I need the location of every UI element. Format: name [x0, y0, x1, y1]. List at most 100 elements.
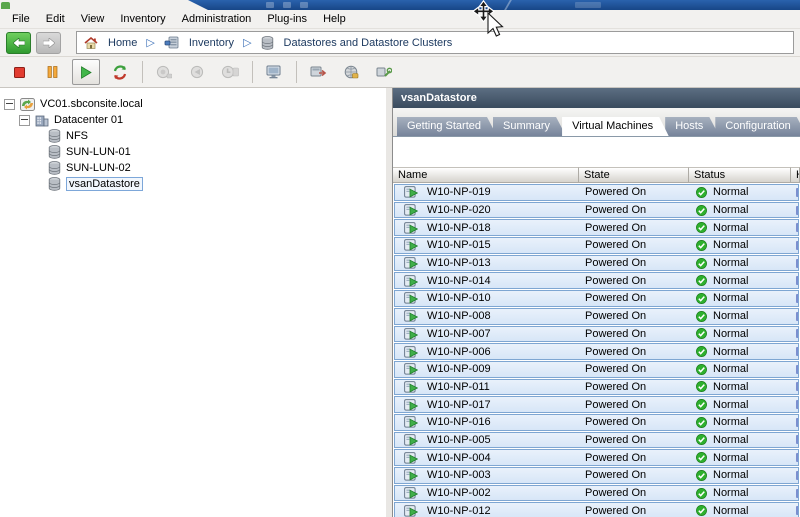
host-cell-clipped [796, 258, 798, 268]
table-header-row: Name State Status Host [393, 167, 800, 183]
breadcrumb-home-label: Home [108, 36, 138, 49]
collapse-icon[interactable] [4, 98, 15, 110]
table-row[interactable]: W10-NP-008 Powered On Normal [394, 307, 799, 325]
menu-plugins[interactable]: Plug-ins [259, 11, 315, 27]
vm-powered-on-icon [404, 204, 418, 216]
vm-name: W10-NP-006 [427, 345, 491, 358]
column-header-name[interactable]: Name [393, 167, 579, 183]
vm-state: Powered On [585, 345, 647, 358]
tree-node-datastore[interactable]: SUN-LUN-02 [0, 160, 386, 176]
tree-node-datastore[interactable]: NFS [0, 128, 386, 144]
tree-label-datacenter[interactable]: Datacenter 01 [54, 114, 123, 126]
column-header-status[interactable]: Status [689, 167, 791, 183]
tab-summary[interactable]: Summary [493, 117, 566, 136]
table-row[interactable]: W10-NP-019 Powered On Normal [394, 184, 799, 201]
tree-label-sun-lun-01[interactable]: SUN-LUN-01 [66, 146, 131, 158]
vm-status: Normal [713, 257, 749, 270]
play-icon [81, 65, 92, 79]
tree-node-vcenter[interactable]: VC01.sbconsite.local [0, 96, 386, 112]
column-header-host[interactable]: Host [791, 167, 800, 183]
panel-title: vsanDatastore [393, 88, 800, 108]
status-normal-icon [696, 222, 707, 234]
host-cell-clipped [796, 488, 798, 498]
vm-status: Normal [713, 204, 749, 217]
table-row[interactable]: W10-NP-014 Powered On Normal [394, 272, 799, 290]
table-row[interactable]: W10-NP-016 Powered On Normal [394, 413, 799, 431]
power-off-button[interactable] [6, 60, 32, 84]
menu-help[interactable]: Help [315, 11, 354, 27]
status-normal-icon [696, 310, 707, 322]
table-row[interactable]: W10-NP-012 Powered On Normal [394, 502, 799, 517]
vm-state: Powered On [585, 204, 647, 217]
back-button[interactable] [6, 31, 31, 54]
edit-settings-icon [310, 66, 326, 77]
menu-administration[interactable]: Administration [174, 11, 260, 27]
vm-state: Powered On [585, 451, 647, 464]
menu-file[interactable]: File [4, 11, 38, 27]
permissions-icon [344, 65, 359, 79]
tab-getting-started[interactable]: Getting Started [397, 117, 497, 136]
column-header-state[interactable]: State [579, 167, 689, 183]
status-normal-icon [696, 363, 707, 375]
menu-inventory[interactable]: Inventory [112, 11, 173, 27]
take-snapshot-button[interactable] [151, 60, 177, 84]
table-row[interactable]: W10-NP-011 Powered On Normal [394, 378, 799, 396]
vm-state: Powered On [585, 363, 647, 376]
revert-snapshot-button[interactable] [184, 60, 210, 84]
tree-label-nfs[interactable]: NFS [66, 130, 88, 142]
toolbar-separator [142, 61, 143, 83]
table-row[interactable]: W10-NP-005 Powered On Normal [394, 431, 799, 449]
table-row[interactable]: W10-NP-017 Powered On Normal [394, 396, 799, 413]
tree-node-datastore-selected[interactable]: vsanDatastore [0, 176, 386, 192]
vm-state: Powered On [585, 416, 647, 429]
titlebar-mark [266, 2, 274, 8]
tree-label-vsandatastore[interactable]: vsanDatastore [66, 177, 143, 191]
table-row[interactable]: W10-NP-003 Powered On Normal [394, 467, 799, 484]
menu-edit[interactable]: Edit [38, 11, 73, 27]
navigation-bar: Home ▷ Inventory ▷ Datastores and Datast… [0, 29, 800, 57]
back-arrow-icon [12, 37, 25, 48]
host-cell-clipped [796, 240, 798, 250]
tree-label-vcenter[interactable]: VC01.sbconsite.local [40, 98, 143, 110]
table-row[interactable]: W10-NP-020 Powered On Normal [394, 201, 799, 219]
table-row[interactable]: W10-NP-009 Powered On Normal [394, 360, 799, 378]
maintenance-button[interactable] [371, 60, 397, 84]
table-row[interactable]: W10-NP-013 Powered On Normal [394, 254, 799, 272]
edit-settings-button[interactable] [305, 60, 331, 84]
tree-node-datastore[interactable]: SUN-LUN-01 [0, 144, 386, 160]
table-row[interactable]: W10-NP-015 Powered On Normal [394, 237, 799, 254]
tab-configuration[interactable]: Configuration [715, 117, 800, 136]
table-row[interactable]: W10-NP-010 Powered On Normal [394, 290, 799, 307]
snapshot-manager-icon [221, 65, 239, 79]
vm-status: Normal [713, 451, 749, 464]
open-console-button[interactable] [261, 60, 287, 84]
forward-arrow-icon [42, 37, 55, 48]
power-on-button[interactable] [72, 59, 100, 85]
breadcrumb-location[interactable]: Datastores and Datastore Clusters [261, 35, 452, 50]
reset-button[interactable] [107, 60, 133, 84]
vm-status: Normal [713, 363, 749, 376]
host-cell-clipped [796, 276, 798, 286]
table-row[interactable]: W10-NP-007 Powered On Normal [394, 325, 799, 343]
menu-view[interactable]: View [73, 11, 113, 27]
collapse-icon[interactable] [19, 114, 30, 126]
table-row[interactable]: W10-NP-006 Powered On Normal [394, 343, 799, 360]
vm-status: Normal [713, 239, 749, 252]
table-row[interactable]: W10-NP-002 Powered On Normal [394, 484, 799, 502]
tab-hosts[interactable]: Hosts [665, 117, 719, 136]
vm-status: Normal [713, 345, 749, 358]
tree-label-sun-lun-02[interactable]: SUN-LUN-02 [66, 162, 131, 174]
vm-name: W10-NP-003 [427, 469, 491, 482]
permissions-button[interactable] [338, 60, 364, 84]
snapshot-manager-button[interactable] [217, 60, 243, 84]
tree-node-datacenter[interactable]: Datacenter 01 [0, 112, 386, 128]
suspend-button[interactable] [39, 60, 65, 84]
breadcrumb-home[interactable]: Home [84, 36, 138, 49]
table-row[interactable]: W10-NP-004 Powered On Normal [394, 449, 799, 466]
vm-state: Powered On [585, 504, 647, 517]
forward-button[interactable] [36, 31, 61, 54]
vm-name: W10-NP-014 [427, 274, 491, 287]
tab-virtual-machines[interactable]: Virtual Machines [562, 117, 669, 137]
breadcrumb-inventory[interactable]: Inventory [164, 36, 234, 49]
table-row[interactable]: W10-NP-018 Powered On Normal [394, 219, 799, 237]
